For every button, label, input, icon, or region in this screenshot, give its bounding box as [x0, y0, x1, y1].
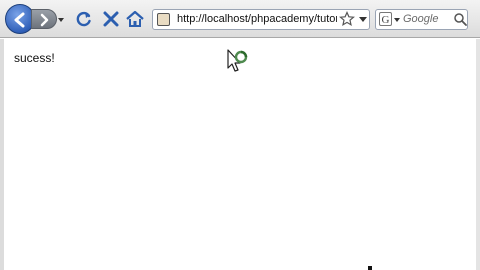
address-text[interactable]: http://localhost/phpacademy/tutorials/lo [177, 13, 337, 25]
busy-cursor-icon [227, 49, 248, 72]
history-dropdown-icon[interactable] [57, 13, 65, 25]
browser-toolbar: http://localhost/phpacademy/tutorials/lo… [0, 0, 480, 38]
search-placeholder[interactable]: Google [403, 13, 438, 25]
bookmark-star-icon[interactable] [339, 11, 355, 27]
search-icon[interactable] [453, 12, 467, 26]
forward-arrow-icon [40, 13, 49, 27]
search-engine-icon[interactable]: G [379, 12, 392, 26]
stop-icon[interactable] [101, 9, 121, 29]
home-icon[interactable] [125, 9, 145, 29]
search-bar[interactable]: G Google [375, 9, 468, 30]
search-engine-dropdown-icon[interactable] [394, 17, 400, 23]
window-left-border [0, 39, 4, 270]
address-bar[interactable]: http://localhost/phpacademy/tutorials/lo [152, 9, 370, 30]
site-favicon-icon [157, 13, 170, 26]
reload-icon[interactable] [74, 9, 94, 29]
forward-button[interactable] [31, 9, 57, 29]
success-message: sucess! [14, 51, 55, 65]
address-dropdown-icon[interactable] [359, 15, 367, 23]
stray-mark [368, 266, 372, 270]
window-right-border [476, 39, 480, 270]
